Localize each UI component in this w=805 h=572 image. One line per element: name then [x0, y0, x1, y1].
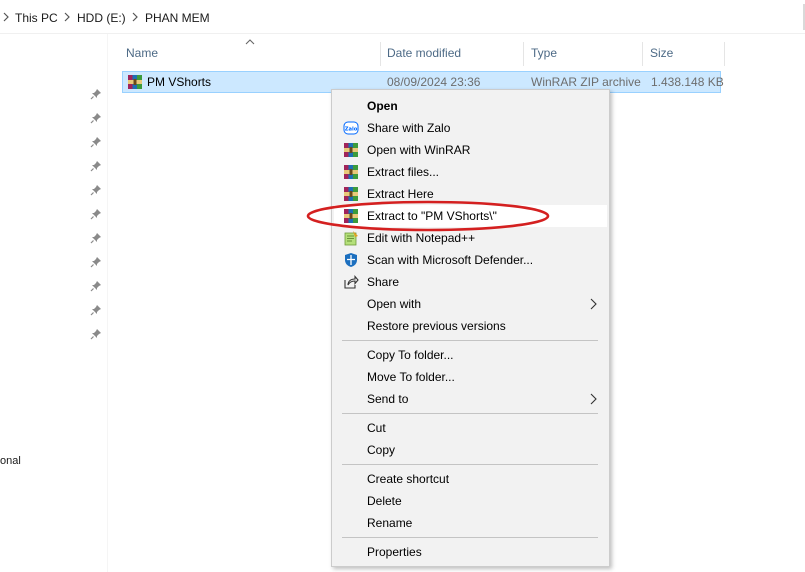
menu-item-label: Open [367, 99, 398, 113]
menu-item-label: Rename [367, 516, 413, 530]
chevron-right-icon[interactable] [2, 12, 10, 22]
file-type: WinRAR ZIP archive [531, 75, 641, 89]
menu-item-share[interactable]: Share [334, 271, 607, 293]
menu-item-open-with[interactable]: Open with [334, 293, 607, 315]
menu-item-send-to[interactable]: Send to [334, 388, 607, 410]
breadcrumb-this-pc[interactable]: This PC [15, 11, 58, 25]
pin-icon[interactable] [90, 256, 102, 268]
menu-separator [342, 537, 598, 538]
pin-icon[interactable] [90, 304, 102, 316]
winrar-icon [344, 143, 358, 157]
menu-item-extract-files[interactable]: Extract files... [334, 161, 607, 183]
menu-item-copy-to-folder[interactable]: Copy To folder... [334, 344, 607, 366]
pin-icon[interactable] [90, 208, 102, 220]
column-header-size[interactable]: Size [645, 42, 725, 66]
menu-item-extract-to[interactable]: Extract to "PM VShorts\" [334, 205, 607, 227]
menu-item-move-to-folder[interactable]: Move To folder... [334, 366, 607, 388]
pin-icon[interactable] [90, 160, 102, 172]
menu-item-edit-with-notepad[interactable]: Edit with Notepad++ [334, 227, 607, 249]
file-name: PM VShorts [147, 75, 212, 89]
menu-item-label: Extract files... [367, 165, 440, 179]
submenu-arrow-icon [590, 298, 597, 310]
zalo-icon: Zalo [343, 121, 359, 135]
menu-item-label: Create shortcut [367, 472, 450, 486]
menu-separator [342, 413, 598, 414]
pin-icon[interactable] [90, 328, 102, 340]
notepad-plus-plus-icon [344, 231, 358, 246]
column-header-type[interactable]: Type [526, 42, 643, 66]
menu-item-open[interactable]: Open [334, 95, 607, 117]
menu-item-label: Extract to "PM VShorts\" [367, 209, 497, 223]
context-menu: Open Zalo Share with Zalo Open with WinR… [331, 89, 610, 567]
menu-item-label: Scan with Microsoft Defender... [367, 253, 534, 267]
column-header-name[interactable]: Name [121, 42, 381, 66]
menu-separator [342, 340, 598, 341]
menu-item-cut[interactable]: Cut [334, 417, 607, 439]
menu-item-label: Cut [367, 421, 386, 435]
menu-item-label: Open with [367, 297, 422, 311]
menu-item-label: Edit with Notepad++ [367, 231, 476, 245]
menu-item-create-shortcut[interactable]: Create shortcut [334, 468, 607, 490]
breadcrumb-hdd[interactable]: HDD (E:) [77, 11, 126, 25]
chevron-right-icon[interactable] [131, 12, 139, 22]
menu-item-label: Delete [367, 494, 402, 508]
pin-icon[interactable] [90, 88, 102, 100]
winrar-icon [344, 165, 358, 179]
submenu-arrow-icon [590, 393, 597, 405]
menu-item-label: Share [367, 275, 400, 289]
menu-item-label: Extract Here [367, 187, 434, 201]
winrar-archive-icon [128, 75, 142, 89]
menu-item-open-with-winrar[interactable]: Open with WinRAR [334, 139, 607, 161]
menu-item-extract-here[interactable]: Extract Here [334, 183, 607, 205]
zalo-icon-text: Zalo [345, 127, 358, 133]
menu-item-properties[interactable]: Properties [334, 541, 607, 563]
chevron-right-icon[interactable] [63, 12, 71, 22]
menu-item-label: Send to [367, 392, 409, 406]
pin-icon[interactable] [90, 136, 102, 148]
nav-item-truncated[interactable]: onal [0, 455, 21, 467]
column-header-date-modified[interactable]: Date modified [382, 42, 524, 66]
menu-item-label: Open with WinRAR [367, 143, 471, 157]
pin-icon[interactable] [90, 112, 102, 124]
share-icon [344, 275, 359, 289]
file-size: 1.438.148 KB [651, 75, 724, 89]
pin-icon[interactable] [90, 280, 102, 292]
menu-item-restore-previous-versions[interactable]: Restore previous versions [334, 315, 607, 337]
winrar-icon [344, 209, 358, 223]
menu-item-share-with-zalo[interactable]: Zalo Share with Zalo [334, 117, 607, 139]
menu-item-label: Move To folder... [367, 370, 455, 384]
menu-item-label: Copy [367, 443, 396, 457]
microsoft-defender-icon [345, 253, 357, 267]
menu-item-copy[interactable]: Copy [334, 439, 607, 461]
menu-item-label: Share with Zalo [367, 121, 451, 135]
menu-separator [342, 464, 598, 465]
address-bar[interactable]: This PC HDD (E:) PHAN MEM [0, 0, 805, 34]
menu-item-label: Copy To folder... [367, 348, 454, 362]
menu-item-rename[interactable]: Rename [334, 512, 607, 534]
winrar-icon [344, 187, 358, 201]
pin-icon[interactable] [90, 232, 102, 244]
menu-item-label: Restore previous versions [367, 319, 506, 333]
file-date-modified: 08/09/2024 23:36 [387, 75, 481, 89]
navigation-pane: onal [0, 34, 108, 572]
breadcrumb-phan-mem[interactable]: PHAN MEM [145, 11, 210, 25]
menu-item-scan-defender[interactable]: Scan with Microsoft Defender... [334, 249, 607, 271]
menu-item-delete[interactable]: Delete [334, 490, 607, 512]
menu-item-label: Properties [367, 545, 422, 559]
pin-icon[interactable] [90, 184, 102, 196]
